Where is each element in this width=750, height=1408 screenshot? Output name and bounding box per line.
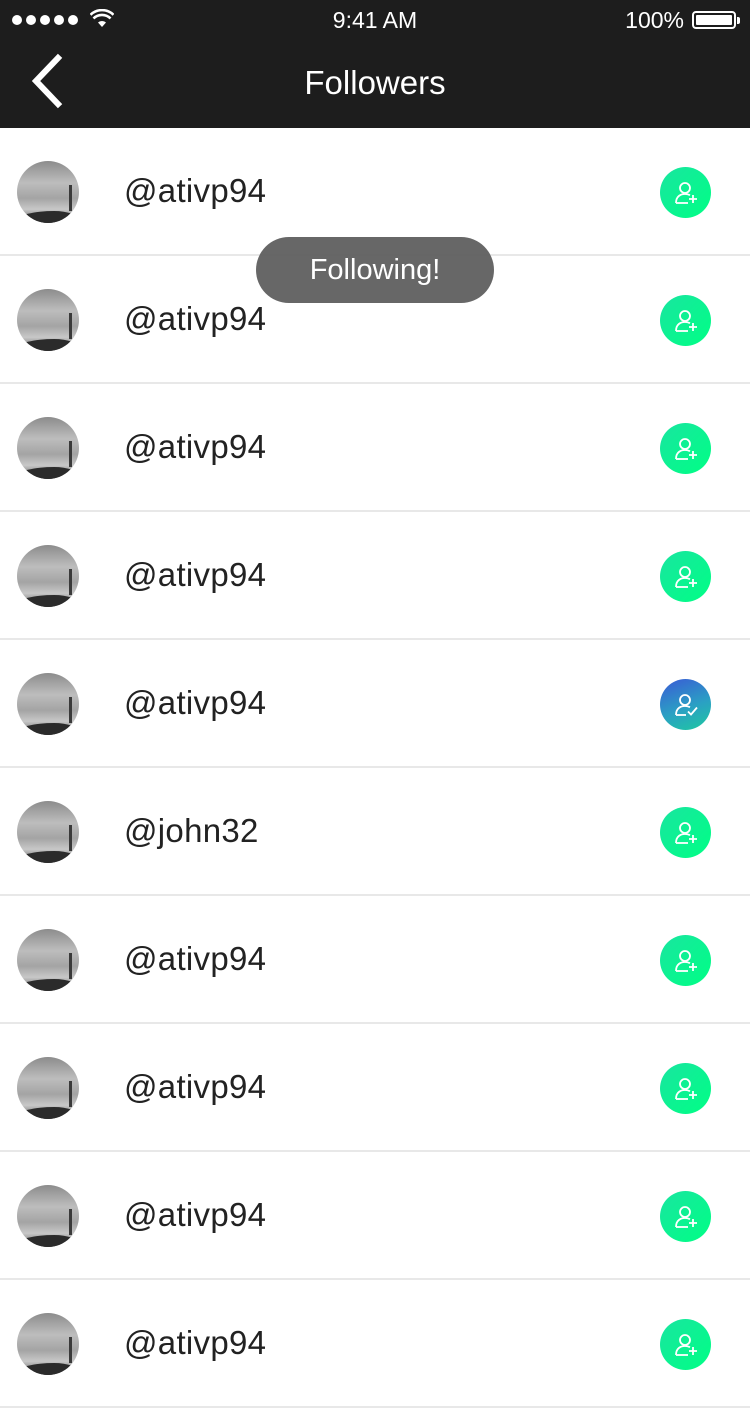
- followers-list: @ativp94 @ativp94 @ativp94 @ativp94 @ativp94…: [0, 128, 750, 1408]
- avatar[interactable]: [17, 417, 79, 479]
- follower-row[interactable]: @ativp94: [0, 1024, 750, 1152]
- add-user-icon: [673, 436, 699, 462]
- follower-row[interactable]: @ativp94: [0, 640, 750, 768]
- follower-username[interactable]: @ativp94: [124, 940, 266, 978]
- add-user-icon: [673, 948, 699, 974]
- follower-username[interactable]: @ativp94: [124, 1324, 266, 1362]
- follower-username[interactable]: @ativp94: [124, 172, 266, 210]
- following-button[interactable]: [660, 679, 711, 730]
- avatar[interactable]: [17, 673, 79, 735]
- app-header: 9:41 AM 100% Followers: [0, 0, 750, 128]
- avatar[interactable]: [17, 801, 79, 863]
- follower-row[interactable]: @ativp94: [0, 1280, 750, 1408]
- follower-username[interactable]: @ativp94: [124, 1196, 266, 1234]
- follow-button[interactable]: [660, 1063, 711, 1114]
- avatar[interactable]: [17, 289, 79, 351]
- follower-row[interactable]: @john32: [0, 768, 750, 896]
- status-bar: 9:41 AM 100%: [0, 0, 750, 40]
- avatar[interactable]: [17, 545, 79, 607]
- follow-button[interactable]: [660, 167, 711, 218]
- follow-button[interactable]: [660, 935, 711, 986]
- follower-username[interactable]: @john32: [124, 812, 259, 850]
- follower-row[interactable]: @ativp94: [0, 512, 750, 640]
- follower-row[interactable]: @ativp94: [0, 896, 750, 1024]
- follower-username[interactable]: @ativp94: [124, 300, 266, 338]
- follower-username[interactable]: @ativp94: [124, 428, 266, 466]
- follower-row[interactable]: @ativp94: [0, 1152, 750, 1280]
- follow-button[interactable]: [660, 1191, 711, 1242]
- follower-username[interactable]: @ativp94: [124, 556, 266, 594]
- follow-button[interactable]: [660, 423, 711, 474]
- follower-username[interactable]: @ativp94: [124, 684, 266, 722]
- add-user-icon: [673, 1332, 699, 1358]
- add-user-icon: [673, 820, 699, 846]
- user-check-icon: [673, 692, 699, 718]
- avatar[interactable]: [17, 929, 79, 991]
- follow-button[interactable]: [660, 807, 711, 858]
- add-user-icon: [673, 308, 699, 334]
- follow-button[interactable]: [660, 1319, 711, 1370]
- follower-username[interactable]: @ativp94: [124, 1068, 266, 1106]
- avatar[interactable]: [17, 161, 79, 223]
- toast-message: Following!: [256, 237, 494, 303]
- add-user-icon: [673, 1204, 699, 1230]
- add-user-icon: [673, 180, 699, 206]
- page-title: Followers: [304, 64, 446, 101]
- battery-icon: [692, 11, 740, 29]
- follow-button[interactable]: [660, 295, 711, 346]
- avatar[interactable]: [17, 1185, 79, 1247]
- add-user-icon: [673, 564, 699, 590]
- avatar[interactable]: [17, 1313, 79, 1375]
- avatar[interactable]: [17, 1057, 79, 1119]
- add-user-icon: [673, 1076, 699, 1102]
- battery-percentage: 100%: [625, 7, 684, 33]
- follower-row[interactable]: @ativp94: [0, 384, 750, 512]
- follow-button[interactable]: [660, 551, 711, 602]
